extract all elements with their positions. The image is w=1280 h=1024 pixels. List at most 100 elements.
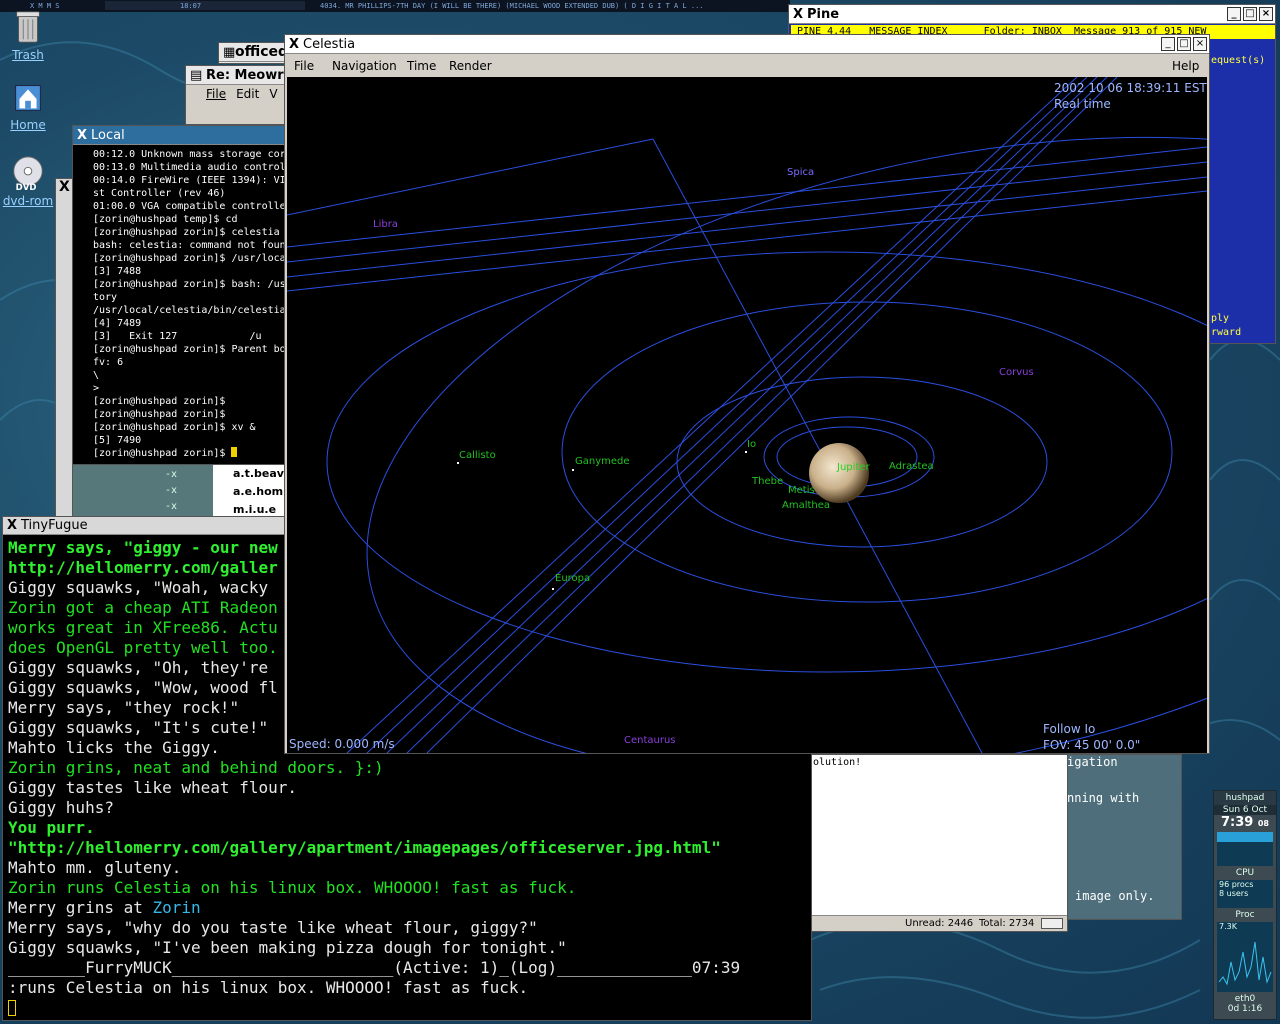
terminal-line: 01:00.0 VGA compatible controlle [93,201,286,212]
terminal-line: [5] 7490 [93,435,142,446]
terminal-line: [zorin@hushpad zorin]$ Parent bo [93,344,286,355]
perm-text: -x [165,469,178,480]
celestia-window[interactable]: X Celestia _ □ × File Navigation Time Re… [284,34,1210,754]
local-terminal-window[interactable]: X Local 00:12.0 Unknown mass storage cor… [72,125,286,465]
gk-secs: 08 [1257,819,1269,828]
close-button[interactable]: × [1193,37,1207,51]
desktop-icon-label: dvd-rom [2,194,54,208]
boundary-line [652,138,983,753]
window-icon: ▤ [190,68,203,83]
moon-label[interactable]: Thebe [752,476,783,487]
meow-titlebar: ▤ Re: Meowrr [186,66,286,85]
maximize-button[interactable]: □ [1243,7,1257,21]
constellation-label: Centaurus [624,735,676,746]
terminal-line: \ [93,370,100,381]
input-line[interactable] [8,998,811,1018]
minimize-button[interactable]: _ [1227,7,1241,21]
boundary-line [287,138,654,216]
gk-uptime: 0d 1:16 [1227,1004,1263,1014]
moon-label[interactable]: Amalthea [782,500,830,511]
orbit-line [287,146,1207,248]
status-toggle-icon[interactable] [1041,918,1063,929]
text-window-behind[interactable]: igation nning with image only. [1060,754,1182,920]
menu-navigation[interactable]: Navigation [332,55,397,77]
orbit-line [426,77,1118,753]
gk-date: Sun 6 Oct [1214,805,1276,815]
moon-label[interactable]: Metis [788,485,815,496]
gk-net-label: eth0 [1234,994,1256,1004]
terminal-line: [zorin@hushpad zorin]$ [93,396,226,407]
constellation-label: Libra [373,219,398,230]
mail-preview-window[interactable]: olution! Unread: 2446 Total: 2734 [810,754,1068,932]
window-title: Pine [807,7,840,22]
gk-proc-graph: 96 procs 8 users [1217,880,1273,908]
celestia-titlebar[interactable]: X Celestia _ □ × [285,35,1209,54]
file-name: m.i.u.e [233,503,277,516]
planet-label[interactable]: Jupiter [837,462,870,473]
orbit-line [287,176,1207,278]
mail-statusbar: Unread: 2446 Total: 2734 [811,915,1067,931]
window-controls: _ □ × [1161,37,1207,51]
moon-dot [457,462,459,464]
desktop-icon-trash[interactable]: Trash [0,8,56,62]
list-item[interactable]: a.t.beav [233,465,285,483]
menu-file[interactable]: File [206,87,226,101]
terminal-output[interactable]: 00:12.0 Unknown mass storage cor 00:13.0 … [73,146,286,464]
officed-window[interactable]: ▦ officed [218,42,288,64]
menu-view[interactable]: V [269,87,277,101]
menu-time[interactable]: Time [407,55,436,77]
mud-line: Mahto mm. gluteny. [8,858,182,877]
orbit-ellipse [561,301,1173,603]
gk-host: hushpad [1214,791,1276,805]
dvd-icon: DVD [13,156,43,192]
desktop-icon-label: Home [10,118,46,132]
window-title: Celestia [303,37,356,52]
mud-line: Merry grins at Zorin [8,898,201,917]
window-title: Local [91,128,125,143]
text-line: nning with [1067,791,1140,805]
orbit-line [287,161,1207,263]
orbit-line [386,77,1098,753]
gk-users: 8 users [1219,889,1249,898]
menu-edit[interactable]: Edit [236,87,259,101]
mud-line: Giggy tastes like wheat flour. [8,778,297,797]
orbit-line [406,77,1108,753]
terminal-line: [zorin@hushpad temp]$ cd [93,214,238,225]
close-button[interactable]: × [1259,7,1273,21]
xmms-seekbar[interactable] [105,1,305,10]
menu-help[interactable]: Help [1172,55,1199,77]
desktop-icon-dvd[interactable]: DVD dvd-rom [0,154,56,208]
mud-line: Giggy squawks, "I've been making pizza d… [8,938,567,957]
meow-window[interactable]: ▤ Re: Meowrr File Edit V [185,65,287,125]
maximize-button[interactable]: □ [1177,37,1191,51]
pine-titlebar[interactable]: X Pine _ □ × [789,5,1275,24]
file-manager-window[interactable]: -x -x -x a.t.beav a.e.hom m.i.u.e [72,462,286,518]
list-item[interactable]: a.e.hom [233,483,285,501]
celestia-3d-view[interactable]: Spica Libra Corvus Centaurus Jupiter Cal… [287,77,1207,753]
terminal-line: 00:12.0 Unknown mass storage cor [93,149,286,160]
terminal-line: > [93,383,100,394]
local-titlebar[interactable]: X Local [73,126,285,145]
xmms-track: 4034. MR PHILLIPS-7TH DAY (I WILL BE THE… [320,2,704,10]
preview-text: olution! [813,757,862,768]
menu-file[interactable]: File [294,55,314,77]
player-name: Zorin [152,898,201,917]
terminal-line: [zorin@hushpad zorin]$ /usr/loca [93,253,286,264]
mud-line: Zorin runs Celestia on his linux box. WH… [8,878,577,897]
moon-label[interactable]: Europa [555,573,590,584]
terminal-line: [zorin@hushpad zorin]$ xv & [93,422,256,433]
file-name: a.t.beav [233,467,284,480]
moon-label[interactable]: Callisto [459,450,496,461]
moon-label[interactable]: Adrastea [889,461,934,472]
moon-label[interactable]: Ganymede [575,456,630,467]
desktop-icon-home[interactable]: Home [0,78,56,132]
moon-label[interactable]: Io [747,439,756,450]
terminal-line: bash: celestia: command not foun [93,240,286,251]
minimize-button[interactable]: _ [1161,37,1175,51]
mud-line: You purr. [8,818,95,837]
menu-render[interactable]: Render [449,55,492,77]
orbit-line [346,77,1078,753]
xmms-bar[interactable]: X M M S 18:07 4034. MR PHILLIPS-7TH DAY … [0,0,790,12]
gkrellm-monitor: hushpad Sun 6 Oct 7:39 08 CPU 96 procs 8… [1213,790,1277,1020]
text-line: image only. [1075,889,1155,903]
